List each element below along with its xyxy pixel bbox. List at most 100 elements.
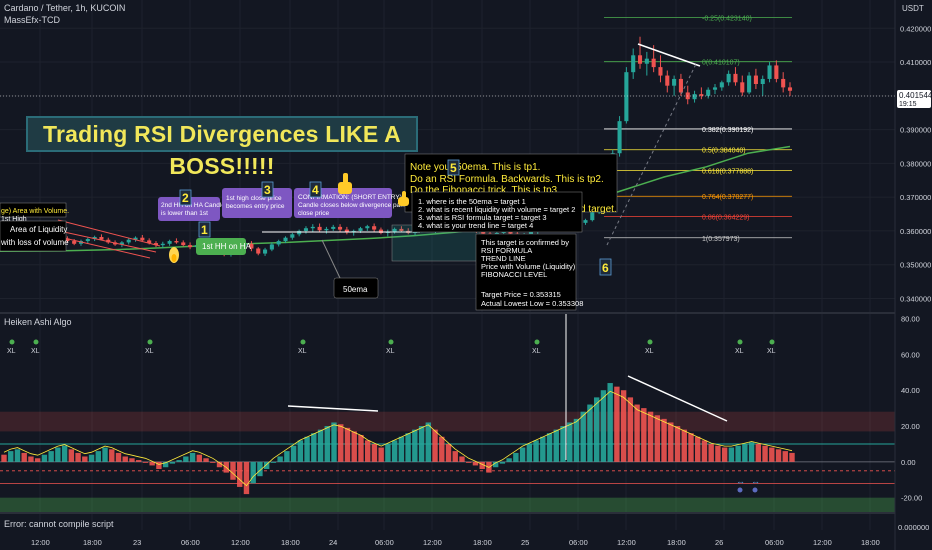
candle-body-112 (767, 65, 772, 79)
osc-bar-98 (661, 418, 667, 462)
osc-bar-115 (775, 449, 782, 462)
left-note-2-text: Area of Liquidity (10, 225, 67, 234)
note-3-box[interactable]: 1st high close price becomes entry price (222, 188, 292, 218)
confirm-box[interactable]: This target is confirmed by RSI FORMULA … (475, 233, 583, 311)
xl-dot-3 (300, 339, 306, 345)
candle-body-95 (651, 58, 656, 68)
osc-bar-43 (290, 445, 297, 462)
osc-dot-1 (737, 487, 743, 493)
ema-label-box[interactable]: 50ema (333, 277, 379, 299)
osc-bar-53 (358, 434, 364, 462)
osc-bar-64 (432, 429, 438, 462)
osc-bar-52 (351, 431, 357, 462)
step-badge-6[interactable]: 6 (599, 258, 612, 276)
candle-body-43 (297, 230, 302, 235)
osc-bar-23 (156, 461, 162, 470)
osc-bar-49 (331, 422, 337, 462)
osc-tick-0: 80.00 (901, 315, 920, 324)
step-badge-3[interactable]: 3 (261, 181, 274, 198)
time-tick-7: 06:00 (375, 538, 394, 547)
candle-body-45 (310, 226, 315, 229)
xl-label-4: XL (386, 348, 395, 355)
step-badge-4[interactable]: 4 (309, 181, 322, 198)
candle-body-10 (72, 241, 77, 244)
script-error: Error: cannot compile script (4, 519, 114, 529)
left-note-1-text: ge) Area with Volume. (1, 208, 69, 215)
price-tick-3: 0.390000 (900, 126, 931, 135)
price-tick-6: 0.360000 (900, 227, 931, 236)
note-4-line-2: Candle closes below divergence pa... (298, 202, 406, 209)
osc-tick-3: 20.00 (901, 422, 920, 431)
price-axis-unit: USDT (902, 4, 924, 13)
osc-bar-110 (742, 443, 748, 462)
note-4-line-3: close price (298, 210, 329, 217)
price-tick-8: 0.340000 (900, 294, 931, 303)
hh-label-text: 1st HH on HA (202, 242, 252, 251)
osc-bar-0 (1, 454, 7, 462)
candle-body-104 (712, 87, 718, 90)
osc-bar-21 (142, 461, 149, 463)
osc-bar-7 (48, 451, 54, 462)
step-6: 6 (602, 261, 609, 275)
osc-bar-30 (203, 458, 209, 462)
osc-bar-27 (183, 456, 189, 462)
price-tick-1: 0.410000 (900, 58, 931, 67)
xl-dot-4 (388, 339, 394, 345)
candle-body-39 (269, 244, 274, 250)
chart-canvas[interactable]: -0.25(0.423140) 0(0.410107) 0.382(0.390192… (0, 0, 932, 550)
step-1: 1 (201, 223, 208, 237)
time-tick-2: 23 (133, 538, 141, 547)
osc-bar-103 (695, 436, 701, 462)
osc-bar-112 (755, 443, 762, 462)
step-badge-2[interactable]: 2 (179, 189, 192, 206)
candle-body-85 (583, 220, 588, 223)
price-tick-5: 0.370000 (900, 193, 931, 202)
step-badge-5[interactable]: 5 (447, 159, 460, 176)
candle-body-54 (372, 226, 377, 230)
xl-dot-2 (147, 339, 153, 345)
candle-body-91 (624, 72, 629, 122)
osc-bar-19 (129, 458, 135, 462)
xl-label-0: XL (7, 348, 16, 355)
osc-tick-1: 60.00 (901, 350, 920, 359)
osc-bar-90 (607, 383, 613, 462)
osc-bar-102 (688, 433, 694, 462)
osc-bar-17 (115, 452, 122, 462)
osc-bar-45 (304, 436, 310, 462)
candle-body-110 (753, 75, 758, 84)
osc-bar-113 (762, 445, 768, 462)
xl-dot-8 (769, 339, 775, 345)
candle-body-18 (126, 239, 131, 243)
time-tick-14: 26 (715, 538, 723, 547)
candle-body-53 (365, 226, 370, 229)
xl-label-3: XL (298, 348, 307, 355)
osc-bar-111 (748, 442, 755, 462)
hh-label[interactable]: 1st HH on HA (196, 238, 252, 255)
osc-bar-69 (466, 461, 472, 463)
left-note-2[interactable]: Area of Liquidity with loss of volume (0, 220, 69, 252)
note-2-box[interactable]: 2nd HH on HA Candle is lower than 1st (158, 197, 225, 221)
osc-bar-63 (425, 422, 432, 462)
osc-bar-82 (553, 429, 559, 462)
candle-body-37 (256, 248, 261, 254)
xl-dot-1 (33, 339, 39, 345)
target-list-box[interactable]: 1. where is the 50ema = target 1 2. what… (411, 191, 583, 233)
osc-bar-5 (34, 458, 41, 462)
step-badge-1[interactable]: 1 (198, 221, 211, 238)
indicator-name[interactable]: MassEfx-TCD (4, 15, 60, 25)
candle-body-99 (678, 78, 683, 93)
step-3: 3 (264, 183, 271, 197)
osc-bar-88 (593, 397, 600, 462)
osc-bar-18 (122, 456, 128, 462)
time-tick-6: 24 (329, 538, 337, 547)
osc-bar-42 (284, 451, 290, 462)
candle-body-41 (283, 237, 288, 242)
candle-body-101 (692, 94, 697, 100)
symbol-title[interactable]: Cardano / Tether, 1h, KUCOIN (4, 3, 125, 13)
osc-bar-26 (176, 460, 182, 462)
candle-body-27 (188, 245, 193, 248)
candle-body-97 (665, 75, 670, 86)
xl-label-2: XL (145, 348, 154, 355)
left-note-3-text: with loss of volume (0, 238, 69, 247)
osc-bar-16 (109, 449, 115, 462)
